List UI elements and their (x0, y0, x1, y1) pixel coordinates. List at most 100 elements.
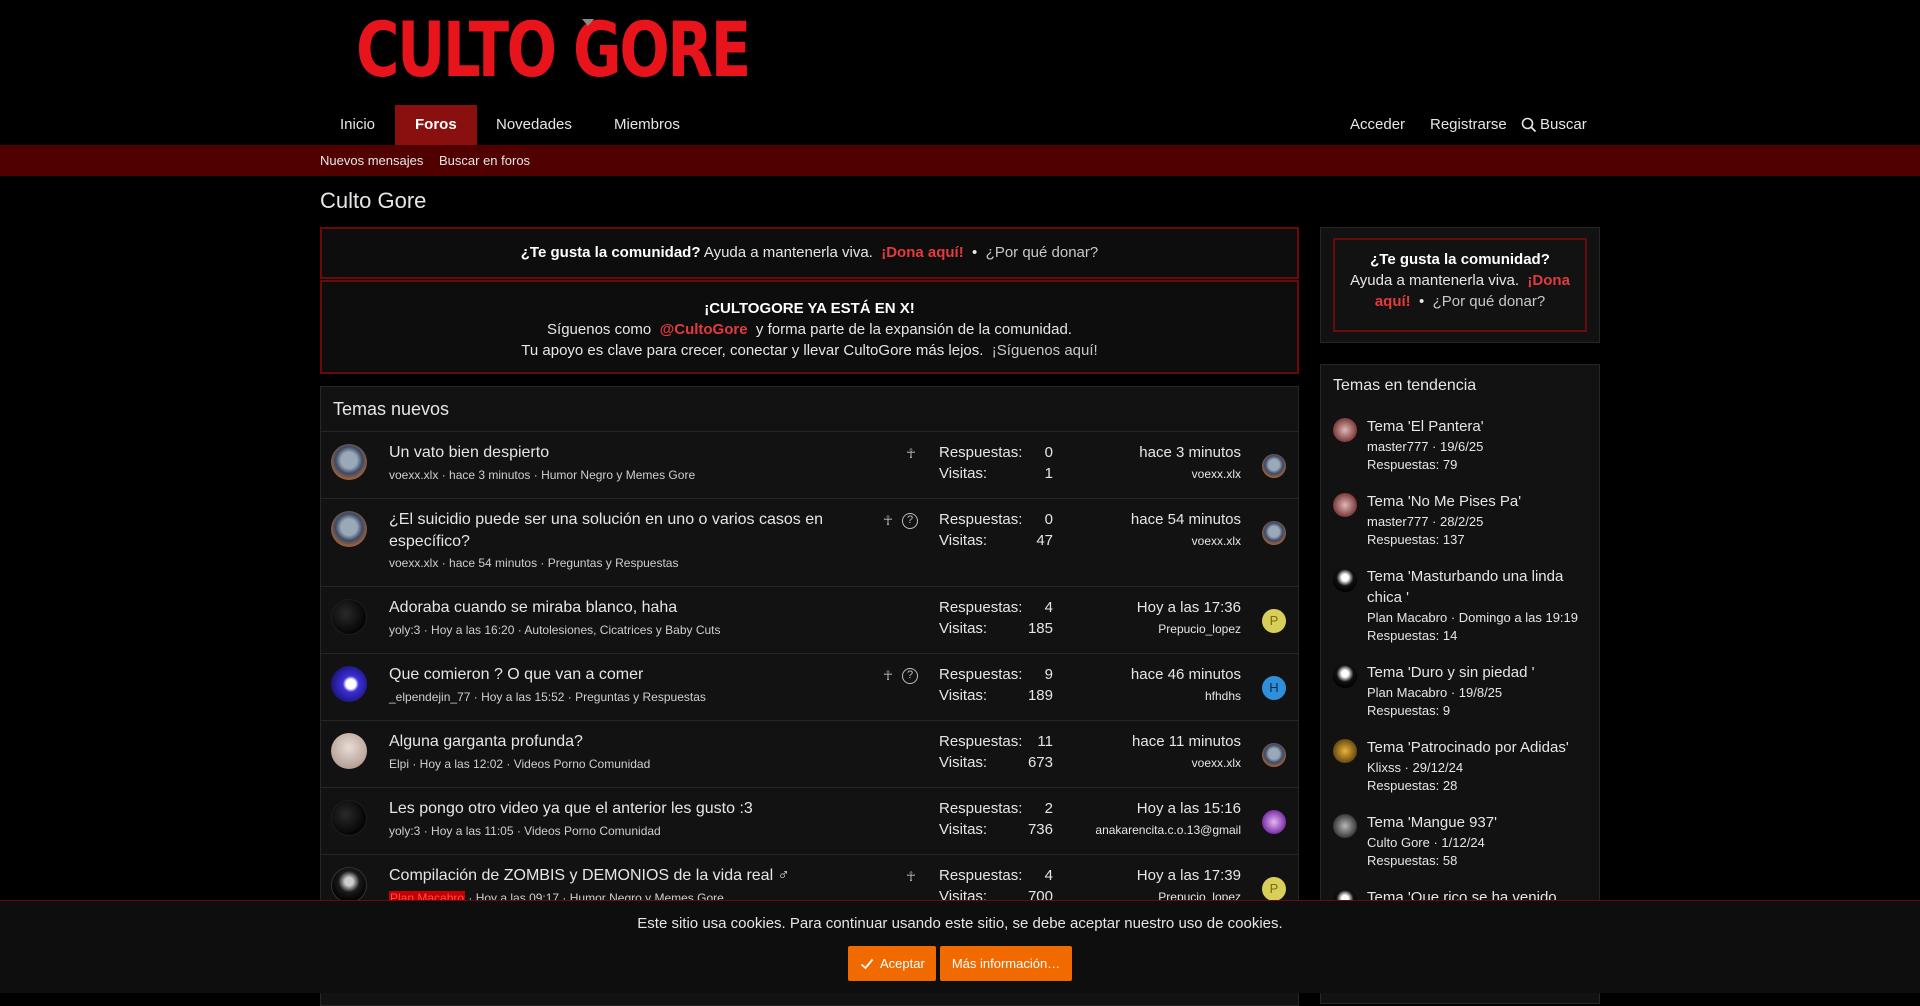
avatar[interactable] (1333, 493, 1357, 517)
trending-item[interactable]: Tema 'No Me Pises Pa' master777 · 28/2/2… (1333, 491, 1573, 561)
x-handle-link[interactable]: @CultoGore (660, 321, 748, 338)
trending-item-title[interactable]: Tema 'Masturbando una linda chica ' (1367, 566, 1582, 608)
avatar[interactable] (331, 800, 367, 836)
avatar[interactable] (331, 867, 367, 903)
topic-meta: · Hoy a las 15:52 · Preguntas y Respuest… (470, 690, 706, 704)
avatar[interactable] (1333, 418, 1357, 442)
last-poster[interactable]: voexx.xlx (1192, 756, 1241, 770)
last-poster-avatar[interactable]: P (1262, 877, 1286, 901)
topic-title[interactable]: Que comieron ? O que van a comer (389, 664, 909, 686)
topic-author[interactable]: Elpi (389, 757, 409, 771)
topic-row[interactable]: Un vato bien despierto voexx.xlx · hace … (321, 432, 1298, 499)
last-poster-avatar[interactable] (1262, 743, 1286, 767)
last-poster[interactable]: voexx.xlx (1192, 467, 1241, 481)
separator: • (1419, 293, 1425, 310)
avatar[interactable] (331, 444, 367, 480)
trending-item[interactable]: Tema 'Duro y sin piedad ' Plan Macabro ·… (1333, 662, 1573, 732)
site-logo[interactable]: CULTO GORE (356, 8, 751, 92)
main-nav: Inicio Foros Novedades Miembros Acceder … (320, 105, 1600, 145)
sidebar-donate-link-2[interactable]: aquí! (1375, 293, 1411, 310)
sidebar-why-donate-link[interactable]: ¿Por qué donar? (1433, 293, 1546, 310)
last-post-time[interactable]: Hoy a las 15:16 (1137, 800, 1241, 817)
topic-author[interactable]: voexx.xlx (389, 468, 438, 482)
last-poster[interactable]: anakarencita.c.o.13@gmail (1095, 823, 1241, 837)
avatar[interactable] (331, 599, 367, 635)
trending-item-meta: master777 · 28/2/25 (1367, 514, 1484, 529)
x-follow-link[interactable]: ¡Síguenos aquí! (992, 342, 1098, 359)
last-poster[interactable]: Prepucio_lopez (1158, 622, 1241, 636)
replies-count: 4 (1044, 867, 1053, 884)
x-notice: ¡CULTOGORE YA ESTÁ EN X! Síguenos como @… (320, 280, 1299, 374)
subnav-new-posts[interactable]: Nuevos mensajes (320, 145, 423, 176)
last-poster-avatar[interactable]: P (1262, 609, 1286, 633)
topic-row[interactable]: ¿El suicidio puede ser una solución en u… (321, 499, 1298, 587)
last-post-time[interactable]: hace 46 minutos (1131, 666, 1241, 683)
nav-foros[interactable]: Foros (395, 105, 477, 145)
last-poster-avatar[interactable] (1262, 454, 1286, 478)
avatar[interactable] (1333, 664, 1357, 688)
last-poster[interactable]: voexx.xlx (1192, 534, 1241, 548)
trending-item-meta: Culto Gore · 1/12/24 (1367, 835, 1485, 850)
avatar[interactable] (331, 733, 367, 769)
trending-item[interactable]: Tema 'Masturbando una linda chica ' Plan… (1333, 566, 1578, 658)
subnav-search-forums[interactable]: Buscar en foros (439, 145, 530, 176)
trending-item[interactable]: Tema 'El Pantera' master777 · 19/6/25 Re… (1333, 416, 1573, 486)
new-topics-header[interactable]: Temas nuevos (321, 387, 1298, 432)
cookie-text: Este sitio usa cookies. Para continuar u… (637, 915, 1283, 932)
last-post-time[interactable]: Hoy a las 17:39 (1137, 867, 1241, 884)
trending-item[interactable]: Tema 'Patrocinado por Adidas' Klixss · 2… (1333, 737, 1573, 807)
topic-title[interactable]: Compilación de ZOMBIS y DEMONIOS de la v… (389, 865, 909, 887)
views-count: 1 (1044, 465, 1053, 482)
avatar[interactable] (1333, 739, 1357, 763)
why-donate-link[interactable]: ¿Por qué donar? (986, 244, 1099, 261)
topic-row[interactable]: Alguna garganta profunda? Elpi · Hoy a l… (321, 721, 1298, 788)
trophy-icon: ☥ (883, 668, 893, 683)
last-post-time[interactable]: hace 54 minutos (1131, 511, 1241, 528)
topic-title[interactable]: Alguna garganta profunda? (389, 731, 909, 753)
trending-item-title[interactable]: Tema 'El Pantera' (1367, 416, 1582, 437)
topic-title[interactable]: Un vato bien despierto (389, 442, 909, 464)
last-poster-avatar[interactable]: H (1262, 676, 1286, 700)
x-follow-text: Síguenos como (547, 321, 652, 338)
donate-link[interactable]: ¡Dona aquí! (881, 244, 964, 261)
novedades-chevron-down-icon[interactable] (582, 19, 594, 26)
nav-novedades[interactable]: Novedades (476, 105, 592, 145)
views-count: 189 (1027, 687, 1053, 704)
topic-title[interactable]: Les pongo otro video ya que el anterior … (389, 798, 909, 820)
topic-author[interactable]: yoly:3 (389, 824, 420, 838)
sidebar-donate-link[interactable]: ¡Dona (1527, 272, 1570, 289)
sidebar-donate-question: ¿Te gusta la comunidad? (1370, 251, 1550, 268)
avatar[interactable] (331, 511, 367, 547)
trending-item[interactable]: Tema 'Mangue 937' Culto Gore · 1/12/24 R… (1333, 812, 1573, 882)
topic-author[interactable]: yoly:3 (389, 623, 420, 637)
question-icon: ? (902, 513, 918, 529)
topic-row[interactable]: Adoraba cuando se miraba blanco, haha yo… (321, 587, 1298, 654)
last-poster-avatar[interactable] (1262, 810, 1286, 834)
topic-title[interactable]: ¿El suicidio puede ser una solución en u… (389, 509, 859, 553)
topic-author[interactable]: _elpendejin_77 (389, 690, 470, 704)
nav-inicio[interactable]: Inicio (320, 105, 395, 145)
trending-item-title[interactable]: Tema 'Mangue 937' (1367, 812, 1582, 833)
trending-item-title[interactable]: Tema 'Patrocinado por Adidas' (1367, 737, 1582, 758)
more-info-button[interactable]: Más información… (940, 946, 1072, 981)
trending-item-replies: Respuestas: 14 (1367, 628, 1458, 643)
last-post-time[interactable]: hace 3 minutos (1139, 444, 1241, 461)
x-notice-title: ¡CULTOGORE YA ESTÁ EN X! (704, 300, 915, 317)
trending-item-title[interactable]: Tema 'Duro y sin piedad ' (1367, 662, 1582, 683)
avatar[interactable] (1333, 568, 1357, 592)
accept-cookies-button[interactable]: Aceptar (848, 946, 936, 981)
cookie-notice: Este sitio usa cookies. Para continuar u… (0, 900, 1920, 993)
topic-author[interactable]: voexx.xlx (389, 556, 438, 570)
avatar[interactable] (331, 666, 367, 702)
nav-miembros[interactable]: Miembros (594, 105, 700, 145)
last-post-time[interactable]: Hoy a las 17:36 (1137, 599, 1241, 616)
topic-row[interactable]: Que comieron ? O que van a comer _elpend… (321, 654, 1298, 721)
topic-title[interactable]: Adoraba cuando se miraba blanco, haha (389, 597, 909, 619)
topic-row[interactable]: Les pongo otro video ya que el anterior … (321, 788, 1298, 855)
last-poster-avatar[interactable] (1262, 521, 1286, 545)
search-link[interactable]: Buscar (1502, 105, 1607, 145)
last-poster[interactable]: hfhdhs (1205, 689, 1241, 703)
avatar[interactable] (1333, 814, 1357, 838)
last-post-time[interactable]: hace 11 minutos (1132, 733, 1241, 750)
trending-item-title[interactable]: Tema 'No Me Pises Pa' (1367, 491, 1582, 512)
